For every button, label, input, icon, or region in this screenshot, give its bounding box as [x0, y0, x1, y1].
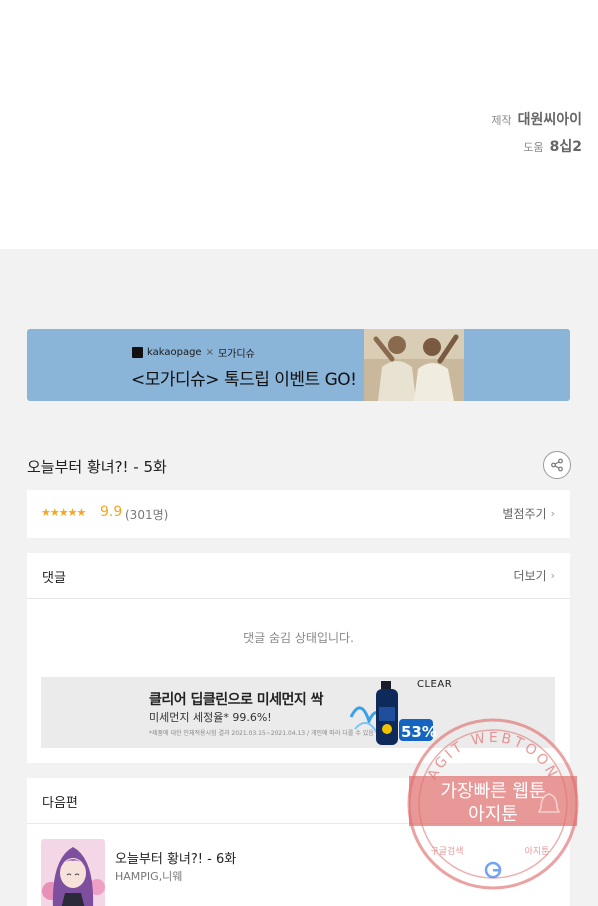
credit-assist-label: 도움	[523, 141, 544, 154]
watermark-bottom-left: 구글검색	[430, 845, 463, 857]
banner-separator: ×	[205, 347, 214, 358]
credit-production-value: 대원씨아이	[517, 112, 582, 128]
rating-count: (301명)	[125, 508, 169, 522]
ad-brand: CLEAR	[417, 679, 453, 690]
rate-button-label: 별점주기	[502, 507, 547, 521]
next-episode-title[interactable]: 오늘부터 황녀?! - 6화	[115, 848, 236, 867]
share-icon	[551, 458, 563, 472]
ad-subline: 미세먼지 세정율* 99.6%!	[149, 711, 272, 724]
google-g-icon	[484, 861, 502, 879]
rating-stars: ★★★★★	[41, 506, 86, 519]
watermark-bottom-right: 아지툰	[525, 846, 550, 857]
ad-headline: 클리어 딥클린으로 미세먼지 싹	[149, 692, 324, 708]
comments-more-button[interactable]: 더보기 ›	[513, 567, 555, 584]
kakaopage-logo-icon	[132, 347, 143, 358]
episode-title: 오늘부터 황녀?! - 5화	[27, 458, 167, 476]
rating-card: ★★★★★ 9.9 (301명) 별점주기 ›	[27, 490, 570, 538]
rating-score: 9.9	[100, 504, 123, 520]
event-banner[interactable]: kakaopage × 모가디슈 <모가디슈> 톡드립 이벤트 GO!	[27, 329, 570, 401]
banner-brand: kakaopage × 모가디슈	[132, 345, 255, 360]
watermark-stamp: AGIT WEBTOON 가장빠른 웹툰 아지툰 구글검색 아지툰	[407, 718, 579, 890]
credit-assist-value: 8십2	[549, 139, 582, 155]
banner-brand-name: kakaopage	[147, 347, 202, 358]
comments-header: 댓글 더보기 ›	[27, 553, 570, 599]
banner-partner: 모가디슈	[217, 349, 255, 360]
next-episode-thumbnail[interactable]	[41, 839, 105, 906]
watermark-top-text: AGIT WEBTOON	[425, 730, 559, 783]
comments-more-label: 더보기	[513, 569, 547, 583]
comments-hidden-message: 댓글 숨김 상태입니다.	[243, 631, 354, 645]
next-episode-authors: HAMPIG,니웨	[115, 870, 183, 883]
banner-title: <모가디슈> 톡드립 이벤트 GO!	[131, 370, 357, 390]
credits-area: 제작 대원씨아이 도움 8십2	[0, 0, 598, 249]
rate-button[interactable]: 별점주기 ›	[502, 505, 555, 522]
next-episode-section-title: 다음편	[42, 796, 78, 811]
watermark-line1: 가장빠른 웹툰	[440, 781, 545, 802]
svg-text:AGIT WEBTOON: AGIT WEBTOON	[425, 730, 562, 783]
banner-actors-image	[364, 329, 464, 401]
credit-production-label: 제작	[491, 114, 512, 127]
ad-fine-print: *제품에 대한 인체적용시험 결과 2021.03.15~2021.04.13 …	[149, 730, 374, 737]
chevron-right-icon: ›	[550, 569, 555, 582]
chevron-right-icon: ›	[550, 507, 555, 520]
comments-title: 댓글	[42, 571, 66, 586]
watermark-line2: 아지툰	[468, 804, 518, 825]
share-button[interactable]	[543, 451, 571, 479]
credit-production: 제작 대원씨아이	[491, 109, 582, 129]
credit-assist: 도움 8십2	[523, 136, 582, 156]
